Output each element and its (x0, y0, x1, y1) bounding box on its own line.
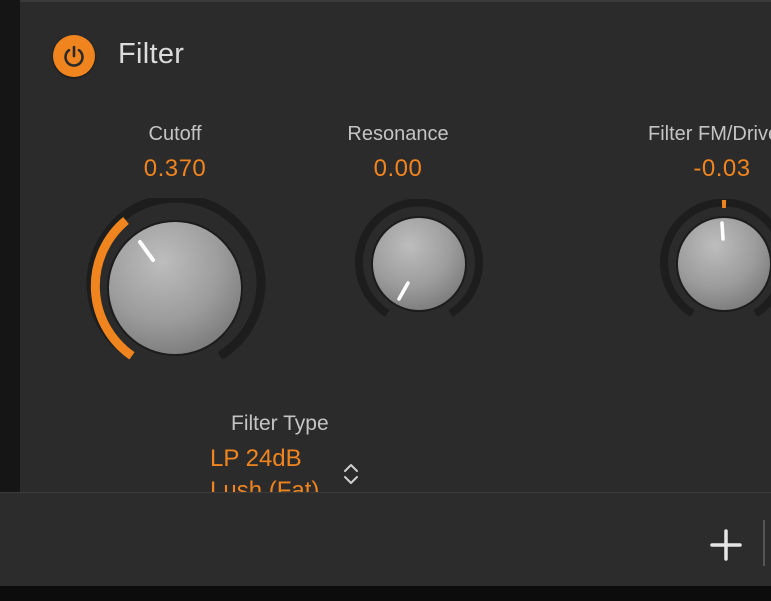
resonance-label: Resonance (347, 123, 449, 145)
cutoff-value: 0.370 (143, 155, 207, 182)
resonance-knob[interactable] (354, 199, 484, 325)
filter-fm-drive-knob[interactable] (659, 199, 771, 325)
bottom-edge (0, 586, 771, 601)
filter-panel: Filter Cutoff 0.370 Resonance 0.00 Filte… (20, 0, 771, 492)
power-icon (64, 45, 84, 67)
cutoff-knob[interactable] (84, 198, 268, 374)
bottom-toolbar (0, 492, 771, 587)
filter-fm-drive-label: Filter FM/Drive (648, 123, 771, 145)
filter-fm-drive-value: -0.03 (693, 155, 751, 182)
power-button[interactable] (53, 35, 95, 77)
toolbar-divider (763, 520, 765, 566)
filter-type-label: Filter Type (231, 412, 329, 435)
plus-icon[interactable] (709, 528, 743, 562)
resonance-value: 0.00 (373, 155, 423, 182)
filter-type-select[interactable]: LP 24dB Lush (Fat) (210, 443, 350, 492)
left-strip (0, 0, 20, 492)
section-title: Filter (118, 38, 185, 70)
updown-chevron-icon[interactable] (342, 462, 360, 486)
cutoff-label: Cutoff (148, 123, 202, 145)
